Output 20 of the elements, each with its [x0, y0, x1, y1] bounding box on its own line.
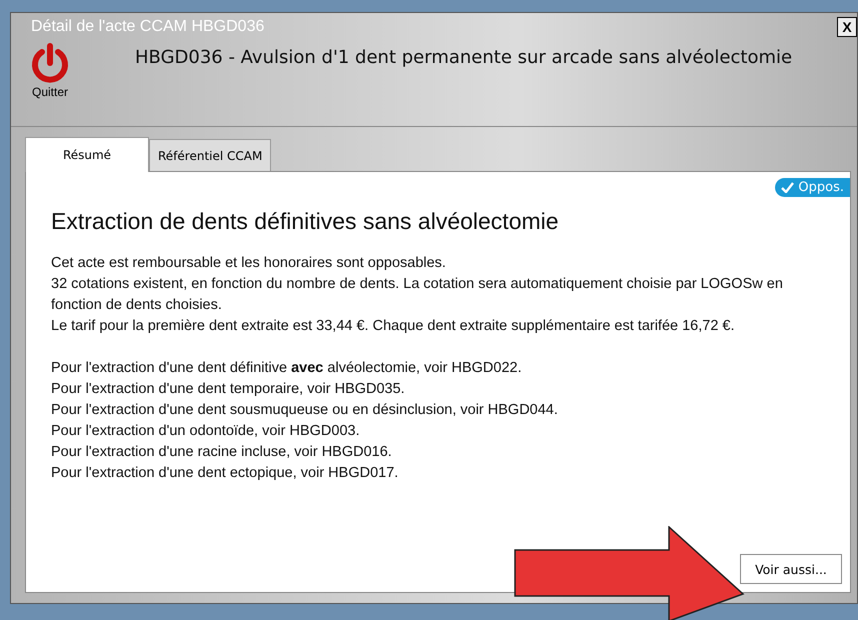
power-icon — [29, 43, 71, 85]
quit-button[interactable]: Quitter — [27, 41, 73, 101]
reference-text: Pour l'extraction d'une dent ectopique, voir HBGD017. — [51, 464, 400, 483]
status-badge: Oppos. — [775, 178, 850, 197]
reference-text: Pour l'extraction d'une racine incluse, voir HBGD016. — [51, 443, 393, 462]
act-title: HBGD036 - Avulsion d'1 dent permanente sur arcade sans alvéolectomie — [135, 47, 792, 68]
description-text: 32 cotations existent, en fonction du nombre de dents. La cotation sera automatiquement choisie par LOGOSw en fonction de dents choisies. — [51, 275, 784, 315]
tab[interactable]: Résumé — [25, 137, 149, 172]
reference-text: Pour l'extraction d'une dent définitive avec alvéolectomie, voir HBGD022. — [51, 359, 523, 378]
window-title: Détail de l'acte CCAM HBGD036 — [31, 18, 264, 36]
reference-text: Pour l'extraction d'une dent sousmuqueuse ou en désinclusion, voir HBGD044. — [51, 401, 559, 420]
description-text: Cet acte est remboursable et les honoraires sont opposables. — [51, 254, 447, 273]
see-also-button[interactable]: Voir aussi... — [740, 554, 842, 584]
tab[interactable]: Référentiel CCAM — [149, 139, 272, 171]
close-button[interactable]: X — [837, 17, 857, 37]
reference-text: Pour l'extraction d'une dent temporaire, voir HBGD035. — [51, 380, 406, 399]
reference-text: Pour l'extraction d'un odontoïde, voir HBGD003. — [51, 422, 361, 441]
check-icon — [781, 182, 794, 193]
section-heading: Extraction de dents définitives sans alvéolectomie — [51, 208, 560, 235]
description-text: Le tarif pour la première dent extraite est 33,44 €. Chaque dent extraite supplémentaire est tarifée 16,72 €. — [51, 317, 736, 336]
